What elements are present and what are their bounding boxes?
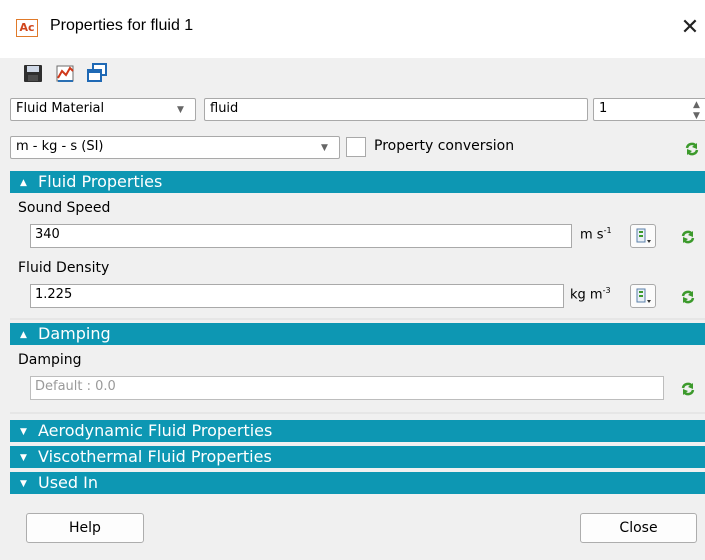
refresh-icon[interactable] [680,229,696,245]
fluid-density-unit: kg m-3 [570,286,611,303]
section-fluid-properties[interactable]: ▲ Fluid Properties [10,171,705,193]
collapse-arrow-icon: ▲ [20,330,27,340]
section-damping[interactable]: ▲ Damping [10,323,705,345]
section-title: Aerodynamic Fluid Properties [38,421,273,440]
section-aerodynamic-fluid-properties[interactable]: ▼ Aerodynamic Fluid Properties [10,420,705,442]
fluid-density-input[interactable]: 1.225 [30,284,564,308]
damping-label: Damping [18,352,82,368]
table-options-icon [636,288,651,303]
fluid-density-label: Fluid Density [18,260,110,276]
section-title: Damping [38,324,111,343]
unit-system-select[interactable]: m - kg - s (SI) ▼ [10,136,340,159]
window-title: Properties for fluid 1 [50,17,194,34]
damping-input[interactable]: Default : 0.0 [30,376,664,400]
section-title: Used In [38,473,98,492]
close-button[interactable]: Close [580,513,697,543]
duplicate-windows-icon[interactable] [86,62,108,84]
sound-speed-table-button[interactable] [630,224,656,248]
divider [10,412,705,414]
table-options-icon [636,228,651,243]
refresh-icon[interactable] [684,141,700,157]
sound-speed-input[interactable]: 340 [30,224,572,248]
expand-arrow-icon: ▼ [20,453,27,463]
chevron-down-icon: ▼ [177,105,184,115]
chart-icon[interactable] [54,62,76,84]
chevron-down-icon: ▼ [321,143,328,153]
refresh-icon[interactable] [680,381,696,397]
section-title: Fluid Properties [38,172,163,191]
unit-system-value: m - kg - s (SI) [16,139,104,154]
spin-down-icon[interactable]: ▼ [693,105,700,120]
material-type-select[interactable]: Fluid Material ▼ [10,98,196,121]
divider [10,318,705,320]
refresh-icon[interactable] [680,289,696,305]
expand-arrow-icon: ▼ [20,479,27,489]
material-type-value: Fluid Material [16,101,105,116]
sound-speed-unit: m s-1 [580,226,612,243]
section-viscothermal-fluid-properties[interactable]: ▼ Viscothermal Fluid Properties [10,446,705,468]
material-id-value: 1 [599,101,608,116]
expand-arrow-icon: ▼ [20,427,27,437]
close-window-icon[interactable]: ✕ [675,10,705,46]
material-name-input[interactable]: fluid [204,98,588,121]
property-conversion-checkbox[interactable] [346,137,366,157]
sound-speed-label: Sound Speed [18,200,111,216]
section-title: Viscothermal Fluid Properties [38,447,272,466]
app-icon: Ac [16,19,38,37]
collapse-arrow-icon: ▲ [20,178,27,188]
help-button[interactable]: Help [26,513,144,543]
section-used-in[interactable]: ▼ Used In [10,472,705,494]
material-id-spinbox[interactable]: 1 ▲ ▼ [593,98,705,121]
fluid-density-table-button[interactable] [630,284,656,308]
save-icon[interactable] [22,62,44,84]
property-conversion-label: Property conversion [374,138,515,154]
